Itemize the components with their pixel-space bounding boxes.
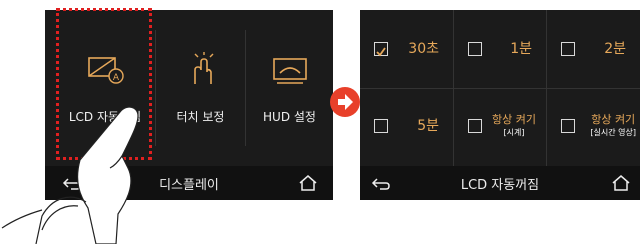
home-icon[interactable] <box>610 172 632 194</box>
option-always-on-clock[interactable]: 항상 켜기 [시계] <box>454 89 546 167</box>
option-checkbox[interactable] <box>374 42 388 57</box>
next-arrow-icon <box>330 87 360 117</box>
tile-hud-settings-label: HUD 설정 <box>263 110 316 124</box>
option-checkbox[interactable] <box>561 42 575 56</box>
option-label: 5분 <box>417 118 439 134</box>
option-label-main: 항상 켜기 <box>492 113 536 126</box>
option-label: 항상 켜기 [실시간 영상] <box>590 111 636 138</box>
touch-calibration-icon <box>193 52 213 84</box>
hud-settings-icon <box>272 58 307 84</box>
option-checkbox[interactable] <box>468 42 482 56</box>
option-30s[interactable]: 30초 <box>360 10 453 88</box>
option-checkbox[interactable] <box>561 119 575 133</box>
option-2m[interactable]: 2분 <box>547 10 640 88</box>
option-5m[interactable]: 5분 <box>360 89 453 167</box>
lcd-auto-off-screen: 30초 1분 2분 5분 항상 켜기 [시계] 항상 켜기 [실시간 영상] L… <box>360 10 640 200</box>
option-checkbox[interactable] <box>374 119 388 133</box>
pointing-hand-icon <box>1 106 139 244</box>
option-label: 항상 켜기 [시계] <box>492 111 536 138</box>
bottom-bar-title: LCD 자동꺼짐 <box>460 178 540 193</box>
tile-touch-calibration-label: 터치 보정 <box>176 110 225 124</box>
option-label: 30초 <box>408 41 439 57</box>
option-label-main: 항상 켜기 <box>591 113 636 126</box>
home-icon[interactable] <box>297 172 319 194</box>
tile-hud-settings[interactable]: HUD 설정 <box>246 10 333 166</box>
option-label: 1분 <box>510 41 532 57</box>
option-label: 2분 <box>604 41 626 57</box>
option-always-on-live[interactable]: 항상 켜기 [실시간 영상] <box>547 89 640 167</box>
option-checkbox[interactable] <box>468 119 482 133</box>
bottom-bar: LCD 자동꺼짐 <box>360 166 640 200</box>
option-label-sub: [실시간 영상] <box>590 128 636 137</box>
option-1m[interactable]: 1분 <box>454 10 546 88</box>
option-label-sub: [시계] <box>503 128 525 137</box>
